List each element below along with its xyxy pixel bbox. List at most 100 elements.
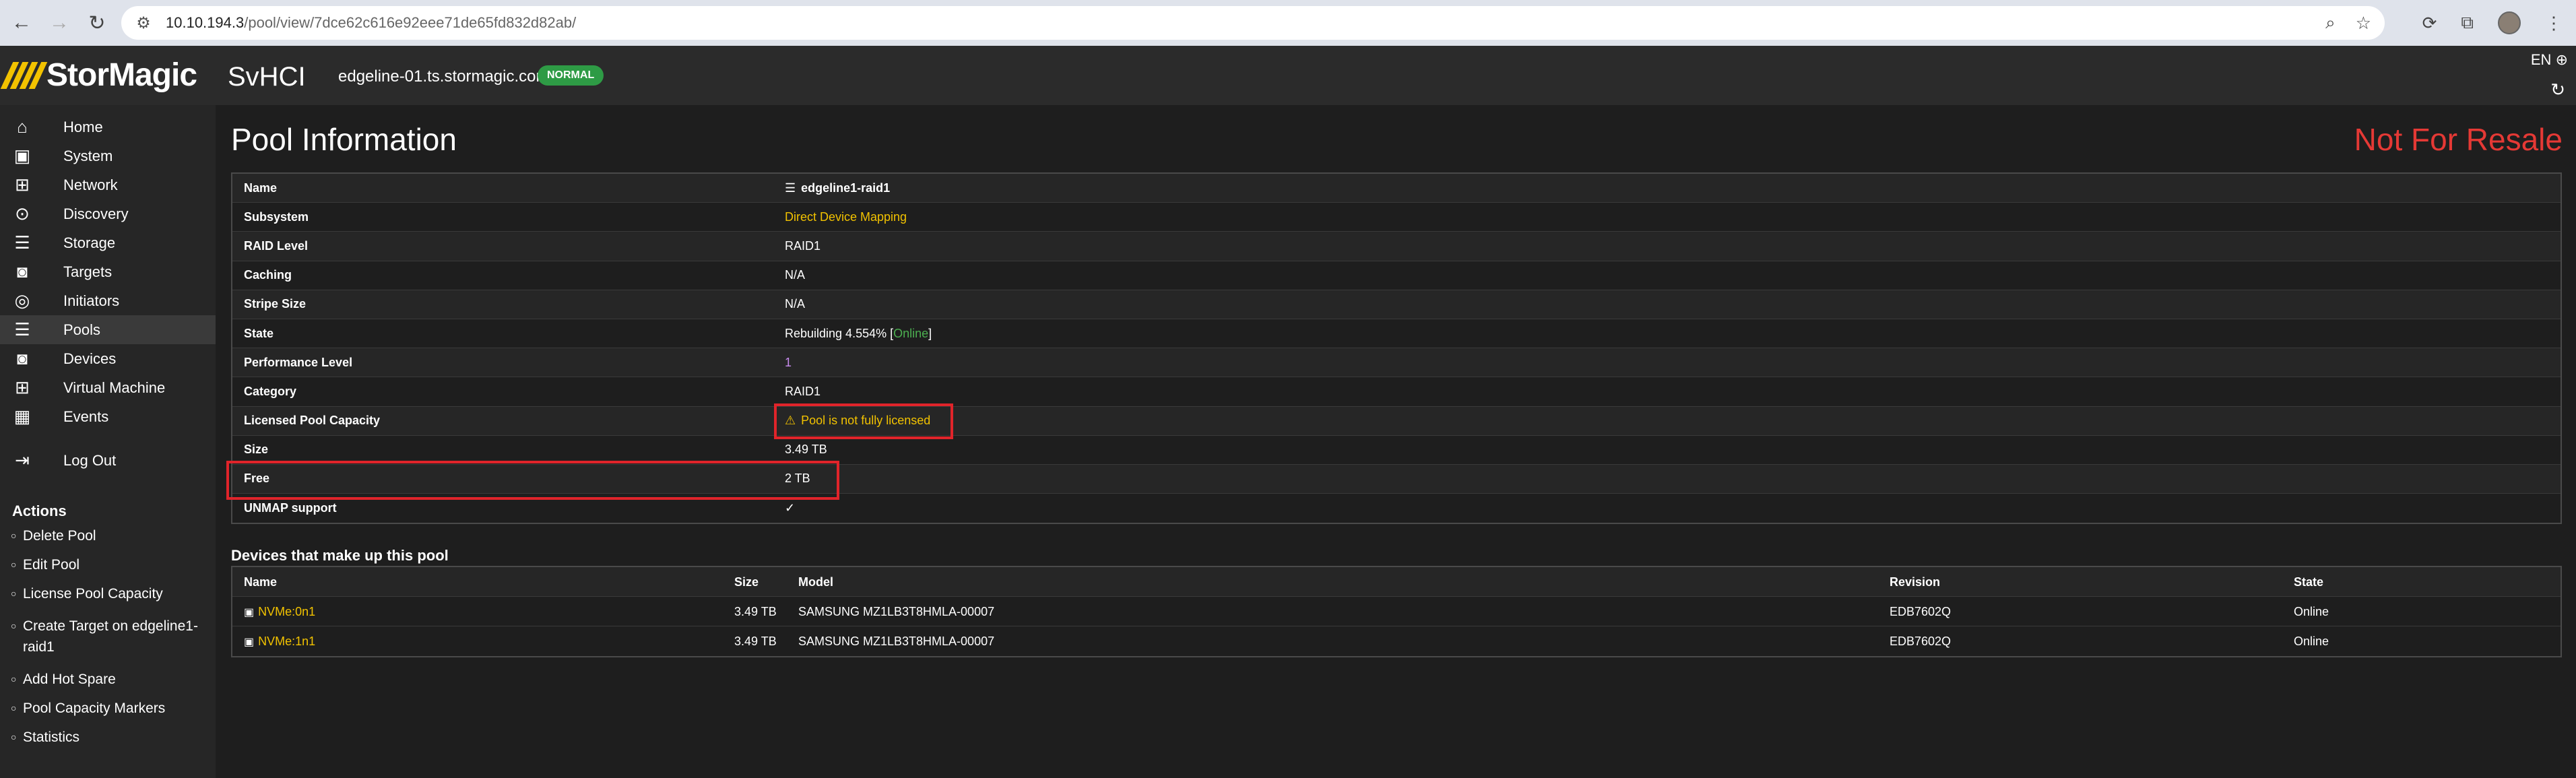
info-row-category: Category RAID1: [232, 377, 2561, 407]
url-text[interactable]: 10.10.194.3/pool/view/7dce62c616e92eee71…: [166, 14, 576, 32]
sidebar-item-logout[interactable]: ⇥ Log Out: [0, 446, 216, 475]
url-host: 10.10.194.3: [166, 14, 245, 31]
info-value: 1: [785, 355, 792, 369]
sidebar-item-events[interactable]: ▦ Events: [0, 402, 216, 431]
sidebar-item-virtual-machine[interactable]: ⊞ Virtual Machine: [0, 373, 216, 402]
drive-icon: ▣: [244, 607, 255, 618]
device-state: Online: [2294, 635, 2329, 648]
device-link[interactable]: ▣ NVMe:1n1: [244, 626, 315, 656]
info-key: Performance Level: [244, 355, 353, 369]
action-label: License Pool Capacity: [23, 586, 163, 602]
action-edit-pool[interactable]: ○ Edit Pool: [11, 554, 206, 575]
bullet-icon: ○: [11, 674, 17, 684]
state-status: Online: [893, 326, 929, 340]
calendar-icon: ▦: [13, 406, 31, 426]
sidebar-item-label: Targets: [63, 263, 112, 280]
sidebar-item-storage[interactable]: ☰ Storage: [0, 228, 216, 257]
back-icon[interactable]: ←: [5, 7, 38, 39]
profile-avatar[interactable]: [2498, 11, 2521, 34]
action-license-pool-capacity[interactable]: ○ License Pool Capacity: [11, 583, 206, 604]
sync-icon[interactable]: ⟳: [2422, 13, 2437, 34]
sidebar-item-home[interactable]: ⌂ Home: [0, 112, 216, 141]
bookmark-star-icon[interactable]: ☆: [2356, 13, 2371, 34]
initiators-icon: ◎: [14, 290, 30, 311]
info-row-stripe-size: Stripe Size N/A: [232, 290, 2561, 319]
state-suffix: ]: [928, 326, 932, 340]
sidebar-item-network[interactable]: ⊞ Network: [0, 170, 216, 199]
hostname: edgeline-01.ts.stormagic.com: [338, 67, 550, 86]
site-info-icon[interactable]: ⚙: [133, 13, 154, 33]
bullet-icon: ○: [11, 620, 17, 631]
action-create-target[interactable]: ○ Create Target on edgeline1-raid1: [11, 616, 206, 657]
device-model: SAMSUNG MZ1LB3T8HMLA-00007: [798, 635, 995, 648]
app-header: StorMagic SvHCI edgeline-01.ts.stormagic…: [0, 46, 2576, 105]
info-row-state: State Rebuilding 4.554% [Online]: [232, 319, 2561, 349]
info-value: Rebuilding 4.554% [Online]: [785, 327, 932, 341]
device-name: NVMe:0n1: [258, 605, 316, 618]
device-link[interactable]: ▣ NVMe:0n1: [244, 597, 315, 626]
sidebar-item-label: Discovery: [63, 205, 129, 222]
pool-name: edgeline1-raid1: [801, 181, 891, 195]
pools-icon: ☰: [14, 319, 30, 339]
info-row-caching: Caching N/A: [232, 261, 2561, 290]
highlight-box-free: [226, 461, 839, 500]
device-size: 3.49 TB: [734, 605, 777, 618]
stormagic-logo[interactable]: StorMagic: [0, 57, 197, 94]
devices-section-title: Devices that make up this pool: [231, 547, 449, 564]
column-header-revision[interactable]: Revision: [1890, 567, 1940, 597]
column-header-name[interactable]: Name: [244, 567, 277, 597]
info-key: RAID Level: [244, 238, 309, 253]
browser-toolbar: ← → ↻ ⚙ 10.10.194.3/pool/view/7dce62c616…: [0, 0, 2576, 46]
action-statistics[interactable]: ○ Statistics: [11, 727, 206, 748]
forward-icon[interactable]: →: [43, 7, 75, 39]
targets-icon: ◙: [17, 261, 28, 282]
bullet-icon: ○: [11, 530, 17, 541]
action-label: Delete Pool: [23, 528, 96, 544]
bullet-icon: ○: [11, 732, 17, 742]
column-header-model[interactable]: Model: [798, 567, 833, 597]
sidebar-item-system[interactable]: ▣ System: [0, 141, 216, 170]
discovery-icon: ⊙: [15, 203, 30, 224]
action-delete-pool[interactable]: ○ Delete Pool: [11, 525, 206, 546]
sidebar-item-targets[interactable]: ◙ Targets: [0, 257, 216, 286]
state-text: Rebuilding 4.554% [: [785, 326, 894, 340]
sidebar: ⌂ Home ▣ System ⊞ Network ⊙ Discovery ☰ Stora…: [0, 105, 216, 778]
column-header-state[interactable]: State: [2294, 567, 2323, 597]
table-row: ▣ NVMe:0n1 3.49 TB SAMSUNG MZ1LB3T8HMLA-0…: [232, 597, 2561, 626]
storage-icon: ☰: [14, 232, 30, 253]
sidebar-item-discovery[interactable]: ⊙ Discovery: [0, 199, 216, 228]
table-row: ▣ NVMe:1n1 3.49 TB SAMSUNG MZ1LB3T8HMLA-0…: [232, 626, 2561, 656]
info-key: UNMAP support: [244, 501, 337, 515]
menu-kebab-icon[interactable]: ⋮: [2545, 13, 2563, 34]
globe-icon: ⊕: [2555, 51, 2568, 68]
reload-icon[interactable]: ↻: [81, 7, 113, 39]
info-key: State: [244, 326, 274, 340]
action-label: Create Target on edgeline1-raid1: [23, 618, 198, 655]
sidebar-item-label: Log Out: [63, 451, 117, 469]
highlight-box-license: [774, 403, 953, 439]
network-icon: ⊞: [15, 174, 30, 195]
language-selector[interactable]: EN ⊕: [2531, 51, 2568, 69]
action-label: Edit Pool: [23, 557, 80, 573]
device-state: Online: [2294, 605, 2329, 618]
sidebar-item-devices[interactable]: ◙ Devices: [0, 344, 216, 373]
zoom-icon[interactable]: ⌕: [2325, 12, 2336, 34]
action-label: Pool Capacity Markers: [23, 701, 166, 716]
address-bar[interactable]: ⚙ 10.10.194.3/pool/view/7dce62c616e92eee…: [121, 6, 2385, 40]
action-pool-capacity-markers[interactable]: ○ Pool Capacity Markers: [11, 698, 206, 719]
sidebar-item-label: Storage: [63, 234, 116, 251]
vm-icon: ⊞: [15, 377, 30, 397]
column-header-size[interactable]: Size: [734, 567, 759, 597]
refresh-icon[interactable]: ↻: [2550, 79, 2565, 100]
sidebar-item-initiators[interactable]: ◎ Initiators: [0, 286, 216, 315]
sidebar-item-pools[interactable]: ☰ Pools: [0, 315, 216, 344]
pool-list-icon: ☰: [785, 181, 796, 195]
system-icon: ▣: [13, 145, 31, 166]
subsystem-link[interactable]: Direct Device Mapping: [785, 210, 907, 224]
device-revision: EDB7602Q: [1890, 635, 1952, 648]
info-key: Name: [244, 181, 278, 195]
extensions-icon[interactable]: ⧉: [2461, 12, 2474, 34]
not-for-resale-label: Not For Resale: [2354, 122, 2563, 157]
action-add-hot-spare[interactable]: ○ Add Hot Spare: [11, 669, 206, 690]
sidebar-item-label: System: [63, 147, 113, 164]
